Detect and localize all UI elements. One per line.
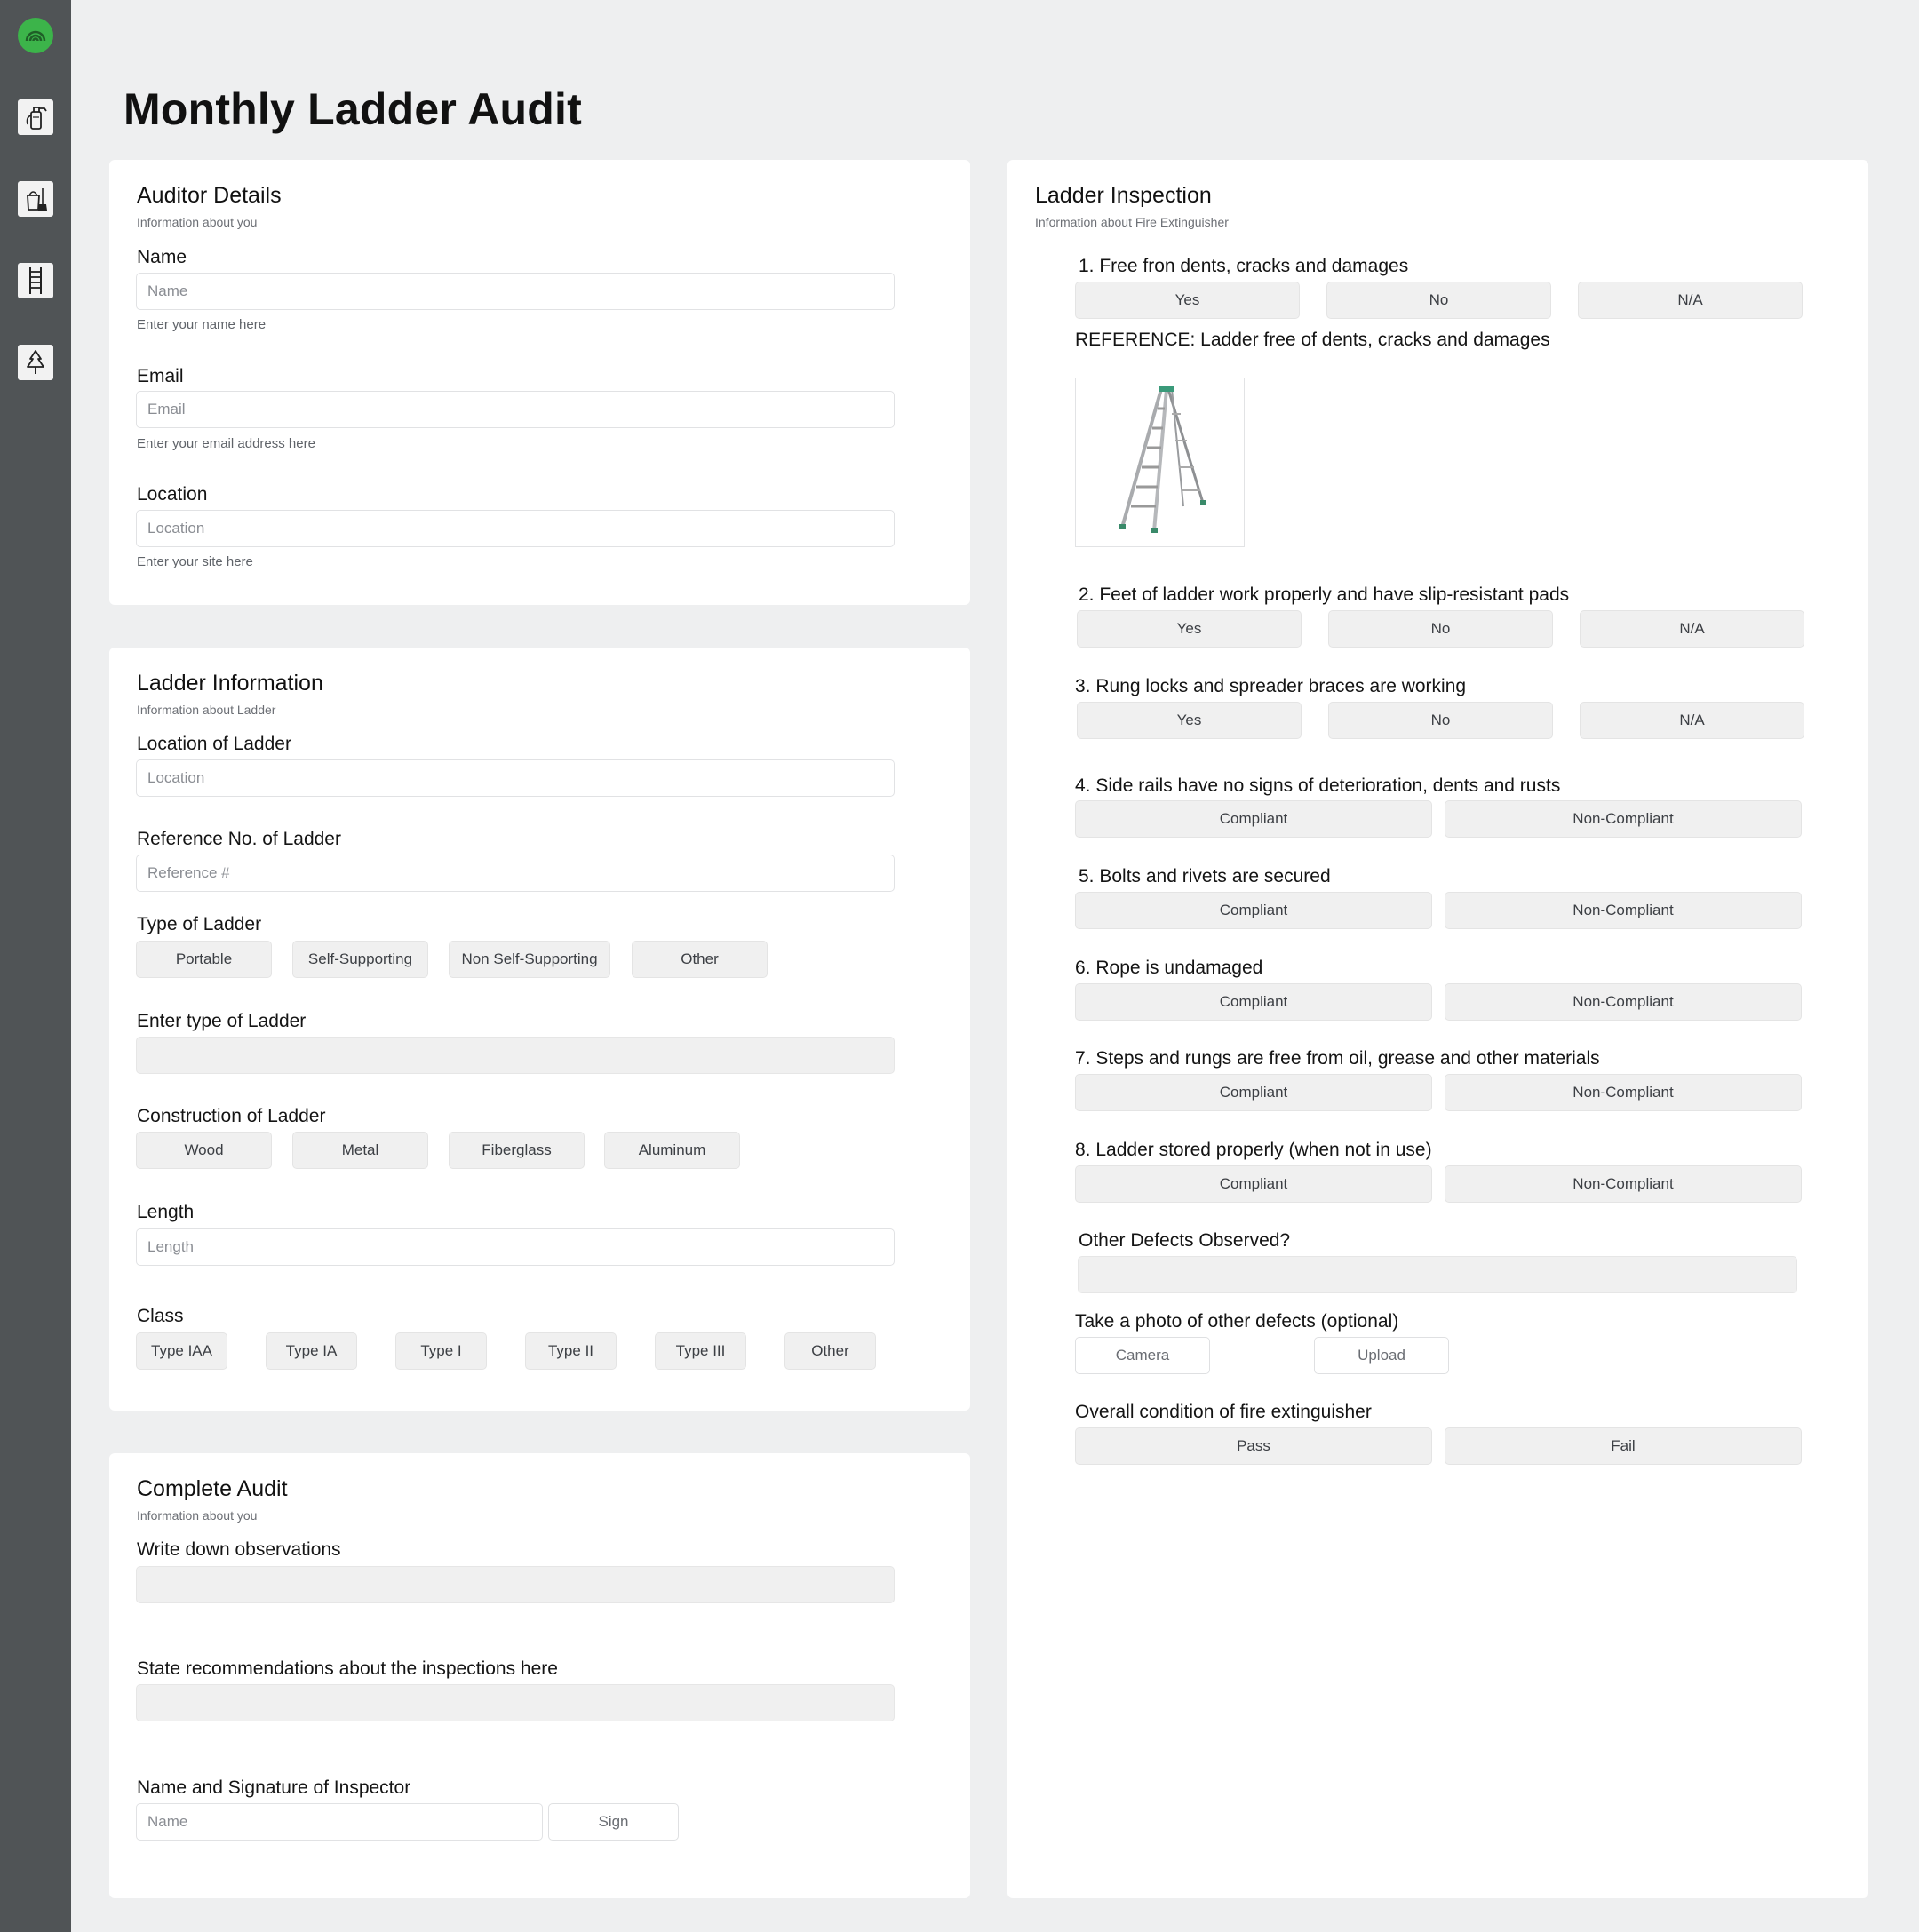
question-5-label: 5. Bolts and rivets are secured [1079, 866, 1331, 886]
card-subtitle: Information about Fire Extinguisher [1035, 215, 1229, 229]
q7-compliant-button[interactable]: Compliant [1075, 1074, 1432, 1111]
location-hint: Enter your site here [137, 554, 253, 569]
fail-button[interactable]: Fail [1445, 1427, 1802, 1465]
q2-yes-button[interactable]: Yes [1077, 610, 1302, 648]
observations-label: Write down observations [137, 1539, 341, 1560]
construction-option-wood[interactable]: Wood [136, 1132, 272, 1169]
location-input[interactable]: Location [136, 510, 895, 547]
q1-na-button[interactable]: N/A [1578, 282, 1803, 319]
email-label: Email [137, 366, 184, 386]
ladder-icon[interactable] [18, 263, 53, 298]
length-label: Length [137, 1202, 195, 1222]
question-1-label: 1. Free fron dents, cracks and damages [1079, 256, 1409, 276]
q3-no-button[interactable]: No [1328, 702, 1553, 739]
length-input[interactable]: Length [136, 1228, 895, 1266]
construction-option-metal[interactable]: Metal [292, 1132, 428, 1169]
q3-na-button[interactable]: N/A [1580, 702, 1804, 739]
other-defects-input[interactable] [1078, 1256, 1797, 1293]
inspector-name-input[interactable]: Name [136, 1803, 543, 1841]
overall-condition-label: Overall condition of fire extinguisher [1075, 1402, 1372, 1422]
sign-button[interactable]: Sign [548, 1803, 679, 1841]
location-label: Location [137, 484, 208, 505]
logo-arc-icon [25, 30, 46, 42]
question-8-label: 8. Ladder stored properly (when not in u… [1075, 1140, 1432, 1160]
card-subtitle: Information about you [137, 1508, 258, 1523]
fire-extinguisher-icon[interactable] [18, 99, 53, 135]
ladder-image-icon [1119, 386, 1206, 533]
auditor-details-card: Auditor Details Information about you Na… [109, 160, 970, 605]
question-3-label: 3. Rung locks and spreader braces are wo… [1075, 676, 1467, 696]
q3-yes-button[interactable]: Yes [1077, 702, 1302, 739]
email-input[interactable]: Email [136, 391, 895, 428]
type-option-portable[interactable]: Portable [136, 941, 272, 978]
type-label: Type of Ladder [137, 914, 262, 934]
card-title: Ladder Inspection [1035, 183, 1212, 208]
camera-button[interactable]: Camera [1075, 1337, 1210, 1374]
class-option-type-ii[interactable]: Type II [525, 1332, 617, 1370]
class-option-type-iaa[interactable]: Type IAA [136, 1332, 227, 1370]
card-title: Auditor Details [137, 183, 282, 208]
question-6-label: 6. Rope is undamaged [1075, 958, 1263, 978]
q2-no-button[interactable]: No [1328, 610, 1553, 648]
reference-label: Reference No. of Ladder [137, 829, 341, 849]
class-label: Class [137, 1306, 184, 1326]
page-title: Monthly Ladder Audit [123, 84, 582, 134]
tree-icon[interactable] [18, 345, 53, 380]
ladder-information-card: Ladder Information Information about Lad… [109, 648, 970, 1411]
reference-label: REFERENCE: Ladder free of dents, cracks … [1075, 330, 1550, 350]
pass-button[interactable]: Pass [1075, 1427, 1432, 1465]
class-option-type-iii[interactable]: Type III [655, 1332, 746, 1370]
q5-non-compliant-button[interactable]: Non-Compliant [1445, 892, 1802, 929]
class-option-type-i[interactable]: Type I [395, 1332, 487, 1370]
type-option-non-self-supporting[interactable]: Non Self-Supporting [449, 941, 610, 978]
ladder-inspection-card: Ladder Inspection Information about Fire… [1007, 160, 1868, 1898]
email-hint: Enter your email address here [137, 436, 315, 451]
class-option-other[interactable]: Other [784, 1332, 876, 1370]
complete-audit-card: Complete Audit Information about you Wri… [109, 1453, 970, 1898]
q4-non-compliant-button[interactable]: Non-Compliant [1445, 800, 1802, 838]
q8-compliant-button[interactable]: Compliant [1075, 1165, 1432, 1203]
observations-input[interactable] [136, 1566, 895, 1603]
card-subtitle: Information about you [137, 215, 258, 229]
q1-no-button[interactable]: No [1326, 282, 1551, 319]
cleaning-bucket-icon[interactable] [18, 181, 53, 217]
class-option-type-ia[interactable]: Type IA [266, 1332, 357, 1370]
question-2-label: 2. Feet of ladder work properly and have… [1079, 584, 1570, 605]
ladder-location-label: Location of Ladder [137, 734, 291, 754]
photo-label: Take a photo of other defects (optional) [1075, 1311, 1399, 1332]
card-subtitle: Information about Ladder [137, 703, 276, 717]
sidebar [0, 0, 71, 1932]
q6-non-compliant-button[interactable]: Non-Compliant [1445, 983, 1802, 1021]
type-option-other[interactable]: Other [632, 941, 768, 978]
q5-compliant-button[interactable]: Compliant [1075, 892, 1432, 929]
name-input[interactable]: Name [136, 273, 895, 310]
other-defects-label: Other Defects Observed? [1079, 1230, 1291, 1251]
construction-option-fiberglass[interactable]: Fiberglass [449, 1132, 585, 1169]
type-option-self-supporting[interactable]: Self-Supporting [292, 941, 428, 978]
q2-na-button[interactable]: N/A [1580, 610, 1804, 648]
recommendations-input[interactable] [136, 1684, 895, 1721]
recommendations-label: State recommendations about the inspecti… [137, 1658, 558, 1679]
q6-compliant-button[interactable]: Compliant [1075, 983, 1432, 1021]
q1-yes-button[interactable]: Yes [1075, 282, 1300, 319]
question-7-label: 7. Steps and rungs are free from oil, gr… [1075, 1048, 1600, 1069]
signature-label: Name and Signature of Inspector [137, 1777, 411, 1798]
q8-non-compliant-button[interactable]: Non-Compliant [1445, 1165, 1802, 1203]
name-hint: Enter your name here [137, 317, 267, 332]
question-4-label: 4. Side rails have no signs of deteriora… [1075, 775, 1561, 796]
upload-button[interactable]: Upload [1314, 1337, 1449, 1374]
app-logo[interactable] [18, 18, 53, 53]
ladder-location-input[interactable]: Location [136, 759, 895, 797]
reference-ladder-image [1075, 378, 1245, 547]
name-label: Name [137, 247, 187, 267]
q7-non-compliant-button[interactable]: Non-Compliant [1445, 1074, 1802, 1111]
enter-type-input[interactable] [136, 1037, 895, 1074]
enter-type-label: Enter type of Ladder [137, 1011, 307, 1031]
construction-option-aluminum[interactable]: Aluminum [604, 1132, 740, 1169]
card-title: Ladder Information [137, 671, 323, 696]
card-title: Complete Audit [137, 1476, 288, 1501]
construction-label: Construction of Ladder [137, 1106, 326, 1126]
reference-input[interactable]: Reference # [136, 855, 895, 892]
q4-compliant-button[interactable]: Compliant [1075, 800, 1432, 838]
